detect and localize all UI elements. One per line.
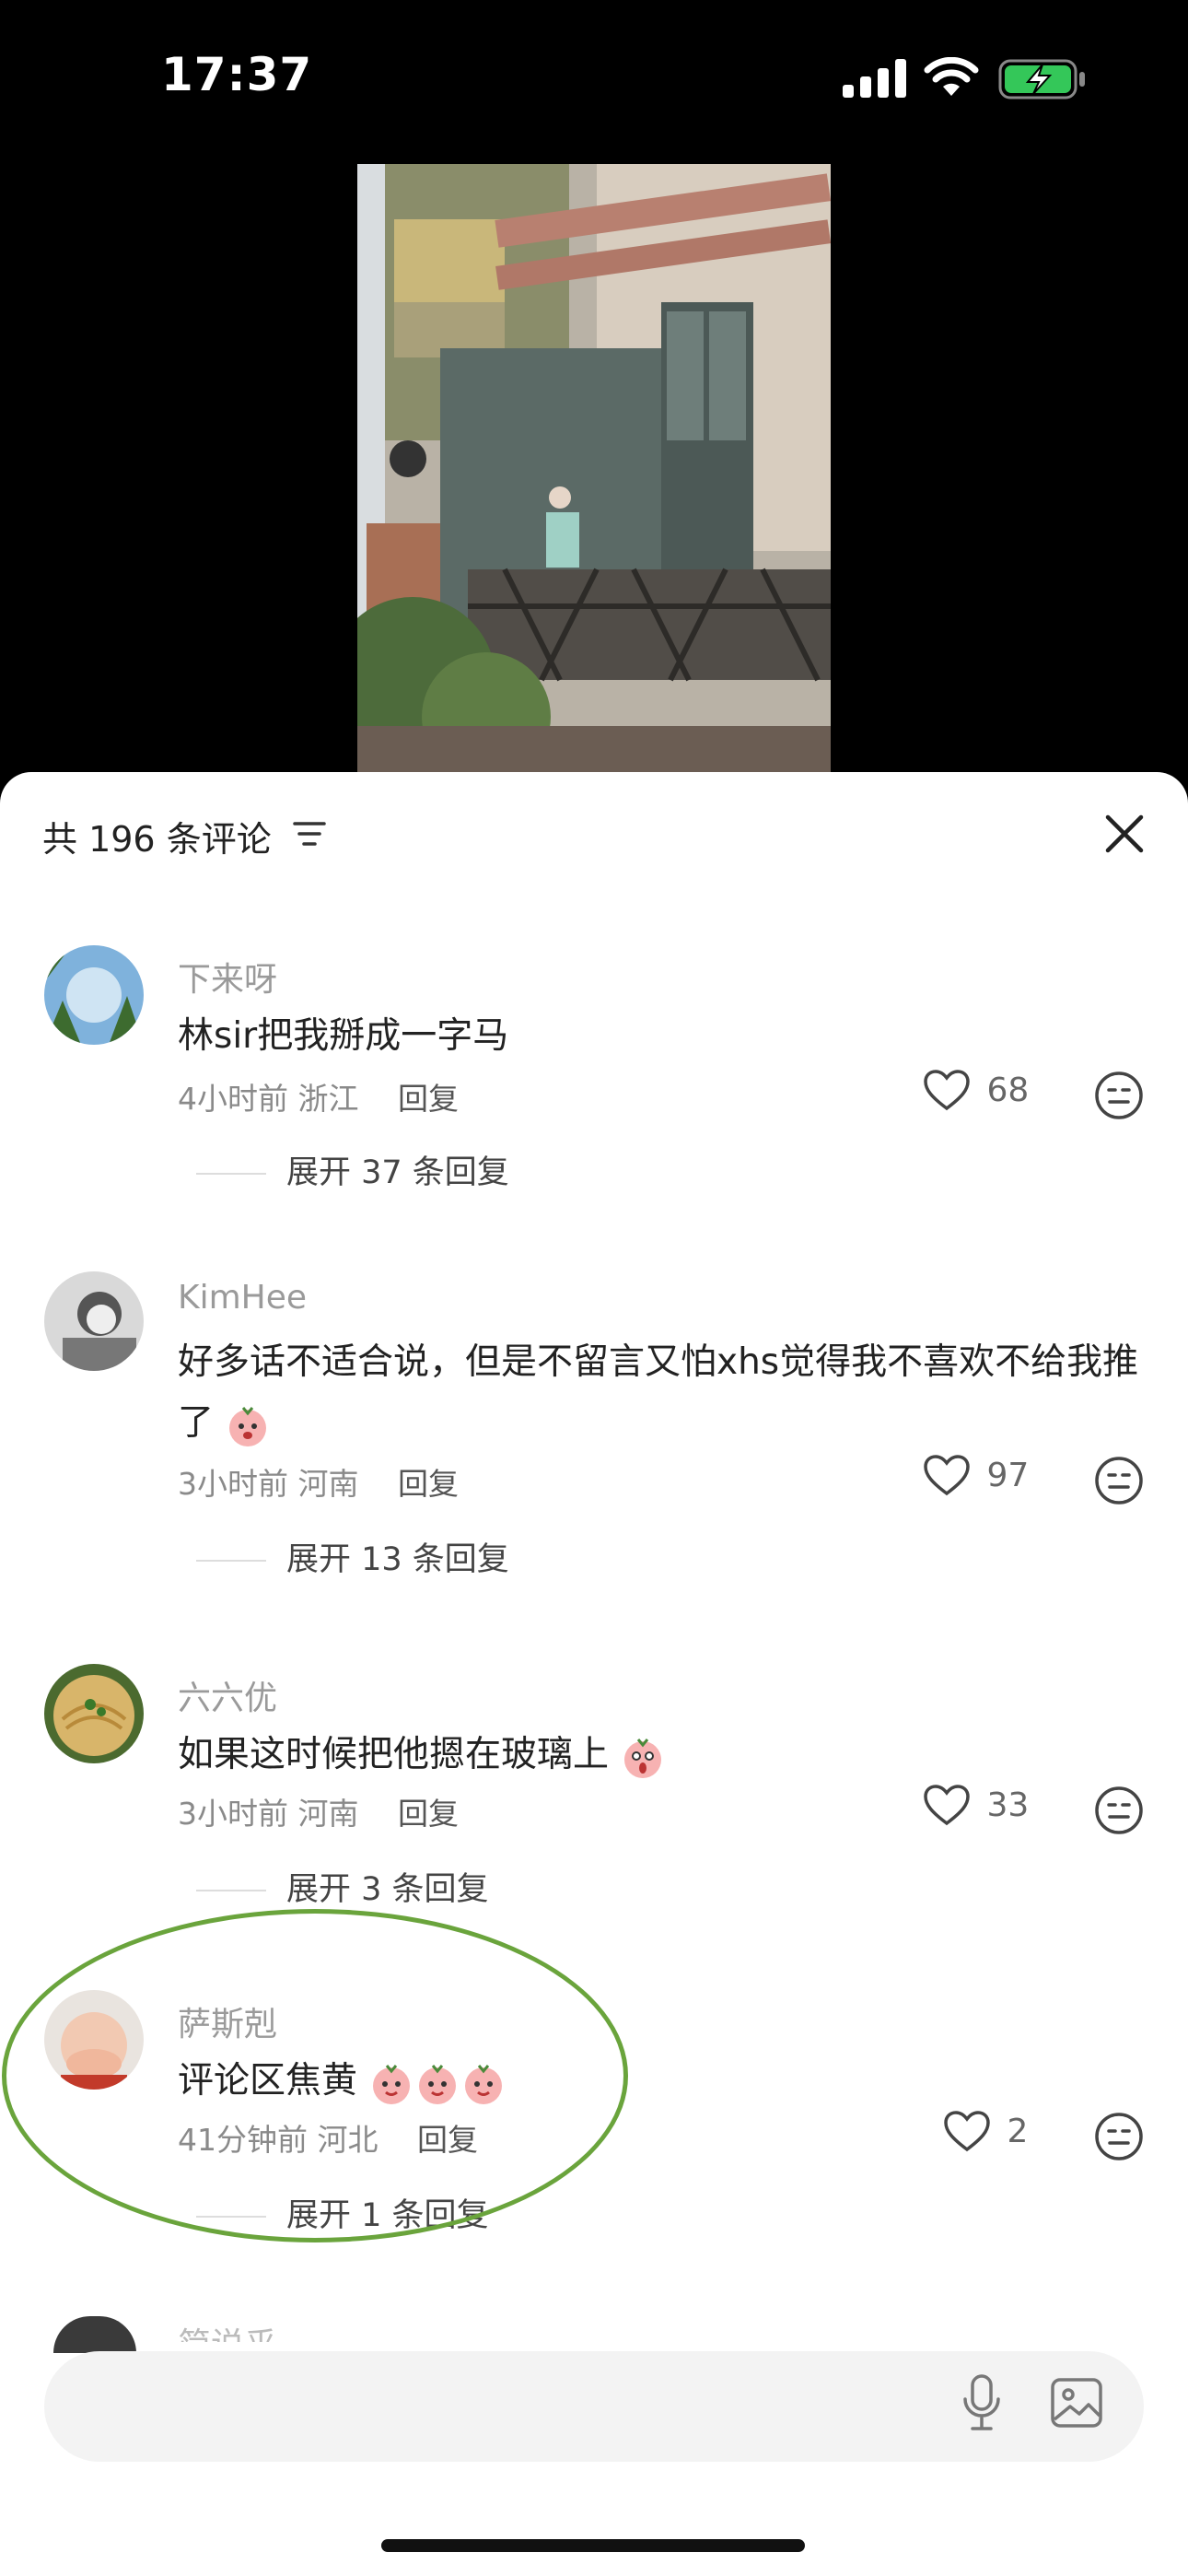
- home-indicator[interactable]: [381, 2539, 805, 2552]
- comment-username: 简说乎: [178, 2318, 297, 2342]
- emoji-face-icon[interactable]: [1094, 1786, 1144, 1835]
- comment-text: 林sir把我掰成一字马: [178, 1015, 509, 1057]
- comments-count-title: 共 196 条评论: [42, 819, 272, 860]
- like-count: 97: [986, 1456, 1030, 1494]
- expand-replies-button[interactable]: 展开 37 条回复: [196, 1146, 509, 1193]
- heart-icon: [924, 1070, 970, 1111]
- comment-text-body: 好多话不适合说，但是不留言又怕xhs觉得我不喜欢不给我推了: [178, 1341, 1139, 1444]
- comment-username[interactable]: 下来呀: [178, 953, 277, 1001]
- filter-icon[interactable]: [293, 820, 326, 848]
- comment-text: 如果这时候把他摁在玻璃上: [178, 1725, 1145, 1786]
- comment-meta: 4小时前 浙江 回复: [178, 1074, 459, 1118]
- video-frame[interactable]: [357, 164, 831, 772]
- comment-time: 3小时前: [178, 1796, 288, 1832]
- emoji-sticker-icon: [419, 2064, 457, 2104]
- expand-replies-button[interactable]: 展开 13 条回复: [196, 1533, 509, 1580]
- battery-charging-icon: [998, 59, 1085, 100]
- like-count: 2: [1007, 2112, 1029, 2150]
- emoji-face-icon[interactable]: [1094, 2112, 1144, 2161]
- signal-icon: [843, 59, 906, 98]
- comment-time: 3小时前: [178, 1466, 288, 1502]
- emoji-sticker-icon: [229, 1406, 267, 1446]
- close-icon[interactable]: [1103, 813, 1146, 855]
- emoji-face-icon[interactable]: [1094, 1456, 1144, 1505]
- heart-icon: [924, 1455, 970, 1496]
- like-count: 68: [986, 1071, 1030, 1109]
- comment-location: 河北: [317, 2122, 379, 2158]
- comment-text-body: 如果这时候把他摁在玻璃上: [178, 1734, 610, 1775]
- heart-icon: [924, 1785, 970, 1826]
- reply-button[interactable]: 回复: [398, 1081, 459, 1117]
- image-icon[interactable]: [1050, 2377, 1103, 2429]
- emoji-face-icon[interactable]: [1094, 1071, 1144, 1120]
- wifi-icon: [924, 57, 979, 96]
- status-bar: 17:37: [0, 0, 1188, 157]
- avatar[interactable]: [44, 1990, 144, 2090]
- reply-button[interactable]: 回复: [398, 1796, 459, 1832]
- comment-text: 好多话不适合说，但是不留言又怕xhs觉得我不喜欢不给我推了: [178, 1332, 1145, 1454]
- status-time: 17:37: [161, 48, 313, 101]
- comment-meta: 41分钟前 河北 回复: [178, 2115, 478, 2160]
- expand-replies-button[interactable]: 展开 3 条回复: [196, 1863, 489, 1910]
- comment-username[interactable]: 六六优: [178, 1671, 277, 1719]
- comment-username[interactable]: 萨斯剋: [178, 1997, 277, 2045]
- emoji-sticker-icon: [373, 2064, 411, 2104]
- emoji-sticker-icon: [624, 1738, 662, 1778]
- like-count: 33: [986, 1786, 1030, 1824]
- avatar[interactable]: [44, 1664, 144, 1763]
- comment-meta: 3小时前 河南 回复: [178, 1459, 459, 1504]
- like-button[interactable]: 33: [923, 1784, 1029, 1826]
- like-button[interactable]: 68: [923, 1069, 1029, 1111]
- comment-meta: 3小时前 河南 回复: [178, 1789, 459, 1833]
- avatar[interactable]: [44, 945, 144, 1045]
- heart-icon: [944, 2111, 990, 2152]
- expand-replies-button[interactable]: 展开 1 条回复: [196, 2189, 489, 2236]
- video-thumbnail-image: [357, 164, 831, 772]
- microphone-icon[interactable]: [961, 2373, 1002, 2432]
- emoji-sticker-icon: [465, 2064, 503, 2104]
- reply-button[interactable]: 回复: [398, 1466, 459, 1502]
- reply-button[interactable]: 回复: [417, 2122, 478, 2158]
- like-button[interactable]: 2: [943, 2110, 1028, 2152]
- comment-text: 评论区焦黄: [178, 2051, 1145, 2112]
- comment-location: 浙江: [297, 1081, 359, 1117]
- like-button[interactable]: 97: [923, 1454, 1029, 1496]
- comment-time: 4小时前: [178, 1081, 288, 1117]
- avatar[interactable]: [44, 1271, 144, 1371]
- comment-text-body: 评论区焦黄: [178, 2060, 358, 2102]
- comment-location: 河南: [297, 1796, 359, 1832]
- comment-time: 41分钟前: [178, 2122, 308, 2158]
- comment-username[interactable]: KimHee: [178, 1279, 307, 1317]
- comment-location: 河南: [297, 1466, 359, 1502]
